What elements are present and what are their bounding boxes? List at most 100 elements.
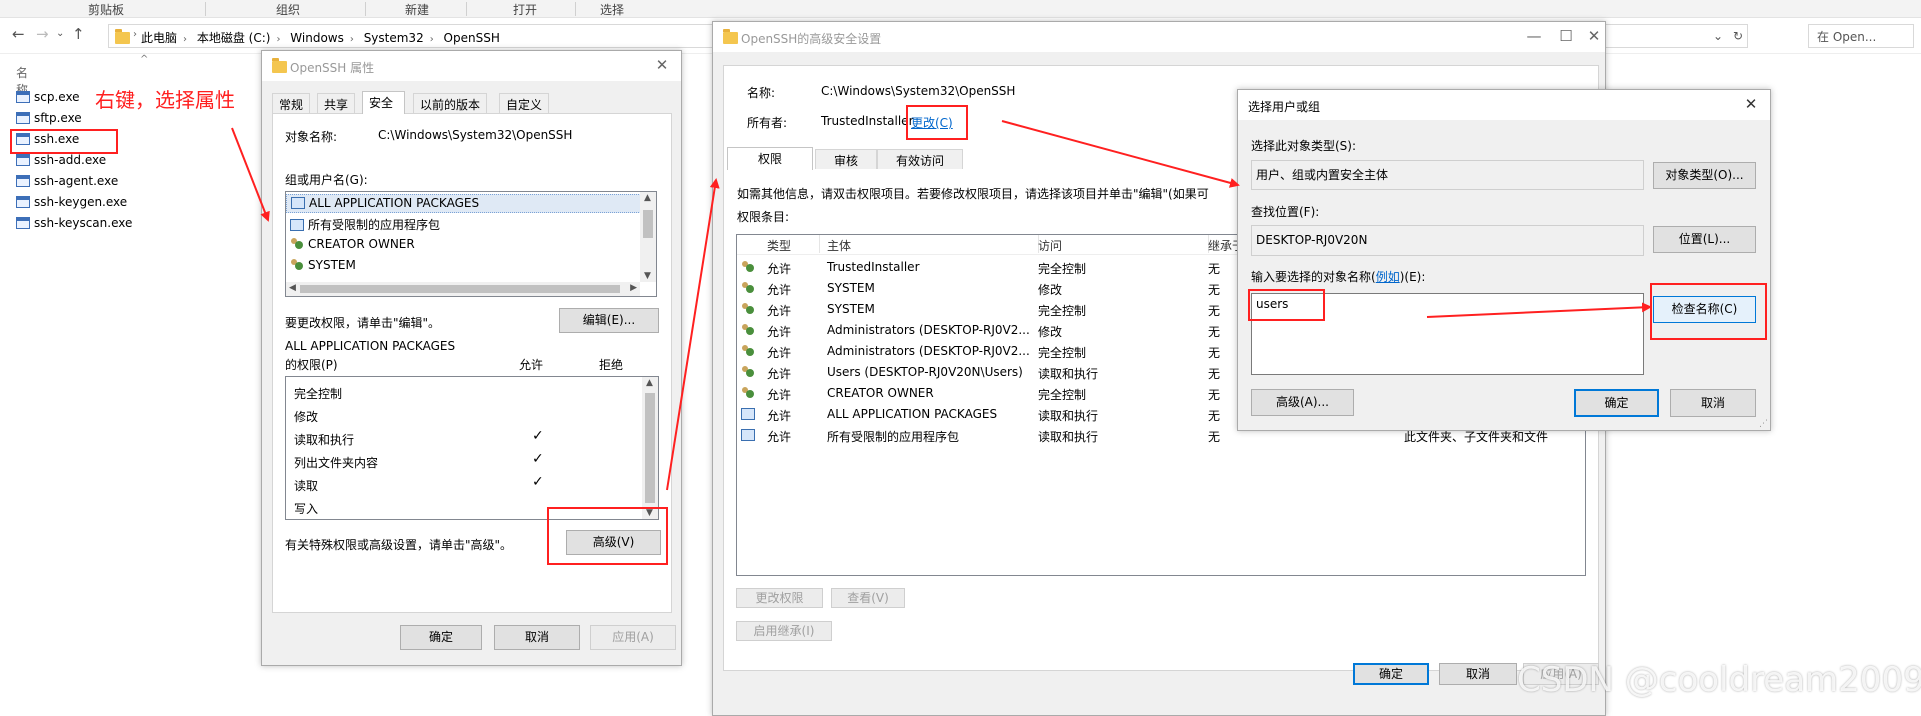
ribbon-group-select: 选择 [600,3,625,17]
scroll-thumb[interactable] [643,210,653,238]
forward-arrow-icon[interactable]: → [36,25,49,43]
properties-titlebar: OpenSSH 属性 ✕ [262,51,681,81]
exe-file-icon [16,112,30,124]
col-header-access[interactable]: 访问 [1038,237,1062,254]
properties-tabs: 常规 共享 安全 以前的版本 自定义 [272,91,672,114]
tab-effective-access[interactable]: 有效访问 [877,149,963,169]
file-item[interactable]: ssh-keygen.exe [16,195,127,215]
close-icon[interactable]: ✕ [651,56,673,74]
ribbon-divider [365,2,366,16]
tab-previous-versions[interactable]: 以前的版本 [413,93,488,113]
user-group-icon [741,303,755,315]
scroll-right-icon[interactable]: ▶ [630,283,637,293]
close-icon[interactable]: ✕ [1740,95,1762,113]
tab-general[interactable]: 常规 [272,93,311,113]
package-icon [290,219,304,231]
crumb-system32[interactable]: System32 [364,31,424,45]
group-item-selected[interactable]: ALL APPLICATION PACKAGES [286,194,641,213]
examples-link[interactable]: 例如 [1376,270,1400,284]
advanced-titlebar: OpenSSH的高级安全设置 — ☐ ✕ [713,22,1605,52]
select-users-dialog: 选择用户或组 ✕ 选择此对象类型(S): 用户、组或内置安全主体 对象类型(O)… [1237,89,1771,431]
folder-icon [272,58,287,73]
cancel-button[interactable]: 取消 [1670,389,1756,417]
scroll-thumb[interactable] [300,285,620,293]
crumb-local-disk[interactable]: 本地磁盘 (C:) [197,31,271,45]
col-header-type[interactable]: 类型 [767,237,791,254]
crumb-windows[interactable]: Windows [290,31,344,45]
permission-row: 完全控制 [294,387,343,401]
ok-button[interactable]: 确定 [1353,663,1429,685]
groups-listbox[interactable]: ALL APPLICATION PACKAGES 所有受限制的应用程序包 CRE… [285,191,657,297]
maximize-icon[interactable]: ☐ [1555,27,1577,45]
tab-auditing[interactable]: 审核 [815,149,877,169]
group-item[interactable]: CREATOR OWNER [290,237,415,251]
scroll-down-icon[interactable]: ▼ [644,271,651,281]
apply-button[interactable]: 应用(A) [590,625,676,650]
scroll-up-icon[interactable]: ▲ [646,378,653,388]
permission-row: 修改 [294,410,319,424]
owner-label: 所有者: [747,116,788,130]
exe-file-icon [16,217,30,229]
ok-button[interactable]: 确定 [1574,389,1659,417]
ribbon-group-clipboard: 剪贴板 [88,3,125,17]
ribbon-group-new: 新建 [405,3,430,17]
view-button[interactable]: 查看(V) [831,588,905,608]
crumb-this-pc[interactable]: 此电脑 [141,31,177,45]
back-arrow-icon[interactable]: ← [12,25,25,43]
up-arrow-icon[interactable]: ↑ [72,25,85,43]
ok-button[interactable]: 确定 [400,625,482,650]
tab-security[interactable]: 安全 [362,91,405,114]
scroll-down-icon[interactable]: ▼ [646,508,653,518]
col-header-principal[interactable]: 主体 [827,237,851,254]
permissions-listbox[interactable]: 完全控制 修改 读取和执行 列出文件夹内容 读取 写入 ✓ ✓ ✓ ▲ ▼ [285,376,659,520]
scroll-left-icon[interactable]: ◀ [289,283,296,293]
tab-sharing[interactable]: 共享 [317,93,356,113]
scroll-up-icon[interactable]: ▲ [644,193,651,203]
tab-customize[interactable]: 自定义 [499,93,550,113]
exe-file-icon [16,196,30,208]
file-item[interactable]: sftp.exe [16,111,82,131]
check-names-button[interactable]: 检查名称(C) [1653,296,1756,323]
file-item[interactable]: ssh-add.exe [16,153,106,173]
crumb-openssh[interactable]: OpenSSH [444,31,500,45]
close-icon[interactable]: ✕ [1583,27,1605,45]
file-item[interactable]: scp.exe [16,90,80,110]
groups-vscrollbar[interactable]: ▲ ▼ [640,192,656,282]
user-group-icon [741,366,755,378]
edit-button[interactable]: 编辑(E)... [559,308,659,333]
recent-chevron-icon[interactable]: ⌄ [56,28,64,39]
change-owner-link[interactable]: 更改(C) [911,114,953,131]
location-field: DESKTOP-RJ0V20N [1251,225,1644,256]
file-item-ssh[interactable]: ssh.exe [16,132,79,152]
cancel-button[interactable]: 取消 [1439,663,1517,685]
search-input[interactable]: 在 Open... [1808,24,1914,48]
location-button[interactable]: 位置(L)... [1653,226,1756,253]
refresh-icon[interactable]: ↻ [1733,29,1743,43]
object-types-button[interactable]: 对象类型(O)... [1653,162,1756,189]
scroll-thumb[interactable] [645,393,655,503]
change-permissions-button[interactable]: 更改权限 [736,588,823,608]
advanced-search-button[interactable]: 高级(A)... [1251,389,1354,416]
group-item[interactable]: SYSTEM [290,258,356,272]
minimize-icon[interactable]: — [1523,27,1545,45]
group-item[interactable]: 所有受限制的应用程序包 [290,216,440,233]
security-panel: 对象名称: C:\Windows\System32\OpenSSH 组或用户名(… [272,113,672,613]
file-item[interactable]: ssh-agent.exe [16,174,118,194]
package-icon [741,429,755,441]
column-divider [819,235,820,253]
advanced-tabs: 权限 审核 有效访问 [727,147,987,170]
permissions-vscrollbar[interactable]: ▲ ▼ [642,377,658,519]
select-titlebar: 选择用户或组 ✕ [1238,90,1770,120]
object-names-input[interactable]: users [1251,293,1644,375]
dropdown-chevron-icon[interactable]: ⌄ [1713,29,1723,43]
owner-value: TrustedInstaller [821,114,914,128]
enable-inheritance-button[interactable]: 启用继承(I) [736,621,832,641]
groups-hscrollbar[interactable]: ◀ ▶ [286,282,640,296]
file-item[interactable]: ssh-keyscan.exe [16,216,132,236]
chevron-right-icon: › [276,34,281,45]
cancel-button[interactable]: 取消 [494,625,580,650]
resize-grip-icon[interactable]: ⋰ [1759,419,1768,429]
advanced-button[interactable]: 高级(V) [566,530,661,555]
tab-permissions[interactable]: 权限 [727,147,813,170]
exe-file-icon [16,133,30,145]
